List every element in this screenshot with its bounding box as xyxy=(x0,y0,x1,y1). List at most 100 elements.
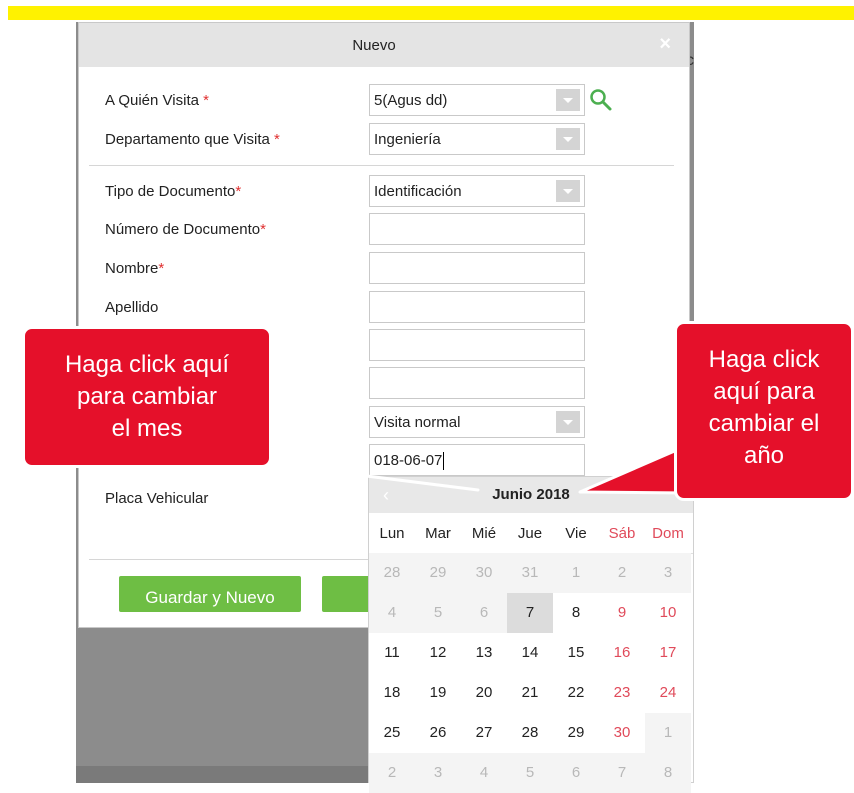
weekday-label: Mié xyxy=(471,525,497,542)
doc-number-label: Número de Documento* xyxy=(105,221,266,238)
calendar-day[interactable]: 8 xyxy=(645,753,691,793)
first-name-input[interactable] xyxy=(369,252,585,284)
callout-line: Haga click xyxy=(708,346,820,373)
department-combobox[interactable]: Ingeniería xyxy=(369,123,585,155)
weekday-label: Vie xyxy=(565,525,587,542)
calendar-day[interactable]: 3 xyxy=(415,753,461,793)
doc-type-label-text: Tipo de Documento xyxy=(105,183,236,200)
callout-line: cambiar el xyxy=(708,410,820,437)
host-label: A Quién Visita * xyxy=(105,92,209,109)
calendar-day[interactable]: 29 xyxy=(415,553,461,593)
department-dropdown-button[interactable] xyxy=(556,128,580,150)
calendar-day[interactable]: 5 xyxy=(415,593,461,633)
text-input-6[interactable] xyxy=(369,367,585,399)
calendar-day[interactable]: 13 xyxy=(461,633,507,673)
callout-line: Haga click aquí xyxy=(64,351,230,378)
calendar-day[interactable]: 15 xyxy=(553,633,599,673)
calendar-day[interactable]: 30 xyxy=(599,713,645,753)
doc-type-combobox[interactable]: Identificación xyxy=(369,175,585,207)
host-combobox[interactable]: 5(Agus dd) xyxy=(369,84,585,116)
callout-line: para cambiar xyxy=(76,383,218,410)
calendar-day[interactable]: 21 xyxy=(507,673,553,713)
calendar-day[interactable]: 4 xyxy=(461,753,507,793)
weekday-label: Jue xyxy=(517,525,543,542)
department-label-text: Departamento que Visita xyxy=(105,131,274,148)
calendar-day[interactable]: 11 xyxy=(369,633,415,673)
calendar-day[interactable]: 17 xyxy=(645,633,691,673)
save-button[interactable] xyxy=(322,576,372,612)
yellow-highlight-bar xyxy=(8,6,854,20)
doc-type-value: Identificación xyxy=(374,183,462,200)
visit-type-dropdown-button[interactable] xyxy=(556,411,580,433)
search-icon[interactable] xyxy=(589,88,613,112)
calendar-day[interactable]: 28 xyxy=(369,553,415,593)
weekday-label: Lun xyxy=(379,525,405,542)
section-divider xyxy=(89,165,674,166)
calendar-day[interactable]: 2 xyxy=(369,753,415,793)
dialog-header: Nuevo × xyxy=(79,23,689,67)
close-icon[interactable]: × xyxy=(659,33,671,56)
calendar-day[interactable]: 9 xyxy=(599,593,645,633)
date-value: 018-06-07 xyxy=(374,452,443,469)
plate-label: Placa Vehicular xyxy=(105,490,209,507)
visit-type-value: Visita normal xyxy=(374,414,461,431)
required-mark: * xyxy=(274,131,280,148)
calendar-day[interactable]: 20 xyxy=(461,673,507,713)
calendar-day[interactable]: 1 xyxy=(645,713,691,753)
visit-type-combobox[interactable]: Visita normal xyxy=(369,406,585,438)
callout-line: aquí para xyxy=(713,378,815,405)
text-cursor xyxy=(443,452,445,471)
first-name-label: Nombre* xyxy=(105,260,164,277)
calendar-day[interactable]: 6 xyxy=(461,593,507,633)
callout-line: año xyxy=(743,442,785,469)
calendar-day[interactable]: 29 xyxy=(553,713,599,753)
calendar-weekday-row: Lun Mar Mié Jue Vie Sáb Dom xyxy=(369,513,693,554)
host-label-text: A Quién Visita xyxy=(105,92,204,109)
doc-type-label: Tipo de Documento* xyxy=(105,183,241,200)
date-input[interactable]: 018-06-07 xyxy=(369,444,585,476)
callout-line: el mes xyxy=(111,415,183,442)
host-dropdown-button[interactable] xyxy=(556,89,580,111)
date-picker-popup: ‹ Junio 2018 Lun Mar Mié Jue Vie Sáb Dom… xyxy=(368,476,694,793)
calendar-header: ‹ Junio 2018 xyxy=(369,477,693,513)
calendar-day[interactable]: 7 xyxy=(507,593,553,633)
department-label: Departamento que Visita * xyxy=(105,131,280,148)
calendar-day[interactable]: 14 xyxy=(507,633,553,673)
doc-number-label-text: Número de Documento xyxy=(105,221,261,238)
calendar-day[interactable]: 3 xyxy=(645,553,691,593)
calendar-day[interactable]: 10 xyxy=(645,593,691,633)
calendar-day[interactable]: 27 xyxy=(461,713,507,753)
required-mark: * xyxy=(203,92,209,109)
host-value: 5(Agus dd) xyxy=(374,92,448,109)
calendar-day[interactable]: 8 xyxy=(553,593,599,633)
calendar-day[interactable]: 26 xyxy=(415,713,461,753)
last-name-label: Apellido xyxy=(105,299,159,316)
calendar-day[interactable]: 12 xyxy=(415,633,461,673)
calendar-day[interactable]: 23 xyxy=(599,673,645,713)
calendar-day[interactable]: 7 xyxy=(599,753,645,793)
calendar-day[interactable]: 1 xyxy=(553,553,599,593)
calendar-day[interactable]: 24 xyxy=(645,673,691,713)
calendar-day[interactable]: 31 xyxy=(507,553,553,593)
calendar-day[interactable]: 22 xyxy=(553,673,599,713)
weekday-label: Mar xyxy=(425,525,451,542)
last-name-input[interactable] xyxy=(369,291,585,323)
calendar-day[interactable]: 5 xyxy=(507,753,553,793)
calendar-day[interactable]: 16 xyxy=(599,633,645,673)
save-and-new-button[interactable]: Guardar y Nuevo xyxy=(119,576,301,612)
calendar-day[interactable]: 4 xyxy=(369,593,415,633)
text-input-5[interactable] xyxy=(369,329,585,361)
calendar-day[interactable]: 25 xyxy=(369,713,415,753)
calendar-day[interactable]: 18 xyxy=(369,673,415,713)
calendar-day[interactable]: 19 xyxy=(415,673,461,713)
calendar-day[interactable]: 6 xyxy=(553,753,599,793)
calendar-day[interactable]: 2 xyxy=(599,553,645,593)
required-mark: * xyxy=(235,183,242,200)
weekday-label: Dom xyxy=(652,525,684,542)
calendar-day[interactable]: 30 xyxy=(461,553,507,593)
dialog-title: Nuevo xyxy=(352,37,396,54)
calendar-month-year[interactable]: Junio 2018 xyxy=(369,486,693,503)
doc-type-dropdown-button[interactable] xyxy=(556,180,580,202)
calendar-day[interactable]: 28 xyxy=(507,713,553,753)
doc-number-input[interactable] xyxy=(369,213,585,245)
